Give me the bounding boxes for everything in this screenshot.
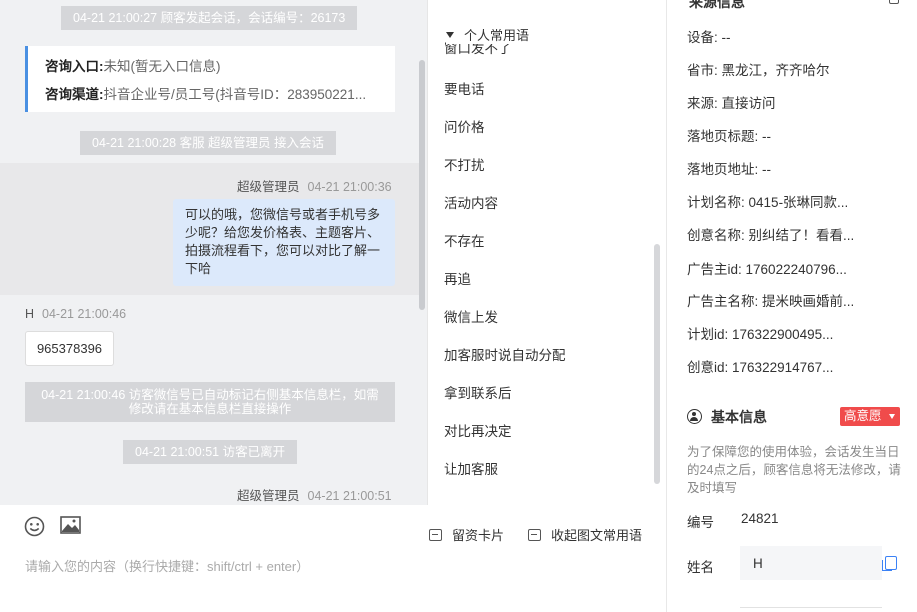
- info-row-creative-id: 创意id: 176322914767...: [687, 356, 833, 376]
- phrase-item[interactable]: 再追: [444, 268, 471, 288]
- info-label: 落地页标题:: [687, 129, 759, 144]
- chat-area: 04-21 21:00:27 顾客发起会话，会话编号：26173 咨询入口:未知…: [0, 0, 427, 505]
- channel-value: 抖音企业号/员工号(抖音号ID：283950221...: [103, 87, 367, 102]
- edit-deadline-note: 为了保障您的使用体验，会话发生当日的24点之后，顾客信息将无法修改，请及时填写: [687, 445, 901, 495]
- system-message: 04-21 21:00:28 客服 超级管理员 接入会话: [80, 131, 337, 155]
- message-input-area[interactable]: 请输入您的内容（换行快捷键：shift/ctrl + enter）: [0, 550, 660, 612]
- info-row-creative-name: 创意名称: 别纠结了！看看...: [687, 224, 854, 244]
- system-message: 04-21 21:00:46 访客微信号已自动标记右侧基本信息栏，如需修改请在基…: [25, 382, 395, 422]
- image-icon[interactable]: [60, 516, 81, 538]
- input-toolbar: 留资卡片 收起图文常用语: [0, 505, 660, 550]
- info-value: --: [721, 30, 731, 45]
- id-value: 24821: [741, 511, 779, 526]
- message-time: 04-21 21:00:46: [42, 307, 127, 321]
- phrase-item[interactable]: 拿到联系后: [444, 382, 512, 402]
- basic-info-label: 基本信息: [711, 409, 767, 425]
- info-value: --: [762, 162, 772, 177]
- phrase-item[interactable]: 不存在: [444, 230, 485, 250]
- info-label: 广告主id:: [687, 262, 742, 277]
- info-label: 创意名称:: [687, 228, 745, 243]
- info-value: 提米映画婚前...: [762, 294, 855, 309]
- message-meta: 超级管理员 04-21 21:00:36: [237, 176, 392, 195]
- collapse-phrases-label: 收起图文常用语: [551, 528, 643, 543]
- intent-level-select[interactable]: 高意愿: [840, 407, 900, 426]
- phrase-item[interactable]: 微信上发: [444, 306, 498, 326]
- info-value: 直接访问: [721, 96, 776, 111]
- card-icon: [429, 529, 442, 541]
- sender-name: 超级管理员: [237, 489, 300, 503]
- info-value: 176322900495...: [732, 327, 834, 342]
- phrase-item[interactable]: 要电话: [444, 78, 485, 98]
- smiley-icon[interactable]: [24, 516, 45, 540]
- info-label: 来源:: [687, 96, 718, 111]
- info-value: 176322914767...: [732, 360, 834, 375]
- chat-scrollbar[interactable]: [419, 60, 425, 310]
- info-value: --: [762, 129, 772, 144]
- id-label: 编号: [687, 515, 714, 530]
- lead-card-button[interactable]: 留资卡片: [429, 525, 504, 544]
- info-label: 落地页地址:: [687, 162, 759, 177]
- agent-message-bubble: 可以的哦，您微信号或者手机号多少呢？给您发价格表、主题客片、拍摄流程看下，您可以…: [173, 199, 395, 286]
- message-input-placeholder: 请输入您的内容（换行快捷键：shift/ctrl + enter）: [25, 559, 310, 574]
- info-value: 176022240796...: [745, 262, 847, 277]
- phrase-item[interactable]: 让加客服: [444, 458, 498, 478]
- phrase-item[interactable]: 不打扰: [444, 154, 485, 174]
- user-icon: [687, 409, 702, 424]
- info-value: 别纠结了！看看...: [748, 228, 855, 243]
- info-label: 设备:: [687, 30, 718, 45]
- name-input[interactable]: [740, 546, 882, 580]
- info-label: 计划名称:: [687, 195, 745, 210]
- lead-card-label: 留资卡片: [452, 528, 505, 543]
- message-time: 04-21 21:00:36: [307, 180, 392, 194]
- entry-value: 未知(暂无入口信息): [103, 59, 221, 74]
- sender-name: H: [25, 307, 35, 321]
- phrases-scrollbar[interactable]: [654, 244, 660, 484]
- system-message: 04-21 21:00:27 顾客发起会话，会话编号：26173: [61, 6, 358, 30]
- copy-icon[interactable]: [882, 556, 897, 571]
- info-label: 计划id:: [687, 327, 729, 342]
- quick-phrases-panel: 窗口发不了 个人常用语 要电话 问价格 不打扰 活动内容 不存在 再追 微信上发…: [427, 0, 660, 505]
- info-value: 0415-张琳同款...: [748, 195, 849, 210]
- message-time: 04-21 21:00:51: [307, 489, 392, 503]
- phrase-item[interactable]: 问价格: [444, 116, 485, 136]
- source-info-title: 来源信息: [689, 0, 745, 10]
- next-field-edge: [740, 607, 882, 608]
- name-label: 姓名: [687, 560, 714, 575]
- info-row-region: 省市: 黑龙江，齐齐哈尔: [687, 59, 830, 79]
- customer-info-panel: 来源信息 设备: -- 省市: 黑龙江，齐齐哈尔 来源: 直接访问 落地页标题:…: [667, 0, 917, 612]
- message-meta: H 04-21 21:00:46: [25, 307, 126, 321]
- collapse-icon: [528, 529, 541, 541]
- caret-down-icon: [446, 32, 454, 38]
- message-meta: 超级管理员 04-21 21:00:51: [237, 485, 392, 504]
- info-label: 广告主名称:: [687, 294, 759, 309]
- info-row-plan-name: 计划名称: 0415-张琳同款...: [687, 191, 848, 211]
- info-row-advertiser-id: 广告主id: 176022240796...: [687, 258, 847, 278]
- phrase-item[interactable]: 活动内容: [444, 192, 498, 212]
- info-label: 省市:: [687, 63, 718, 78]
- info-row-advertiser-name: 广告主名称: 提米映画婚前...: [687, 290, 854, 310]
- info-label: 创意id:: [687, 360, 729, 375]
- info-value: 黑龙江，齐齐哈尔: [721, 63, 830, 78]
- basic-info-title: 基本信息: [687, 407, 767, 427]
- edit-icon[interactable]: [889, 0, 899, 4]
- entry-label: 咨询入口:: [45, 59, 104, 74]
- info-row-landing-url: 落地页地址: --: [687, 158, 771, 178]
- info-row-plan-id: 计划id: 176322900495...: [687, 323, 833, 343]
- channel-label: 咨询渠道:: [45, 87, 104, 102]
- consult-info-card: 咨询入口:未知(暂无入口信息) 咨询渠道:抖音企业号/员工号(抖音号ID：283…: [25, 46, 395, 112]
- phrase-item[interactable]: 对比再决定: [444, 420, 512, 440]
- info-row-source: 来源: 直接访问: [687, 92, 776, 112]
- info-row-landing-title: 落地页标题: --: [687, 125, 771, 145]
- info-row-device: 设备: --: [687, 26, 731, 46]
- customer-message-bubble: 965378396: [25, 331, 114, 366]
- system-message: 04-21 21:00:51 访客已离开: [123, 440, 298, 464]
- phrases-group-header[interactable]: 个人常用语: [446, 25, 646, 44]
- collapse-phrases-button[interactable]: 收起图文常用语: [528, 525, 642, 544]
- phrases-group-title: 个人常用语: [464, 28, 530, 43]
- phrase-item[interactable]: 加客服时说自动分配: [444, 344, 566, 364]
- sender-name: 超级管理员: [237, 180, 300, 194]
